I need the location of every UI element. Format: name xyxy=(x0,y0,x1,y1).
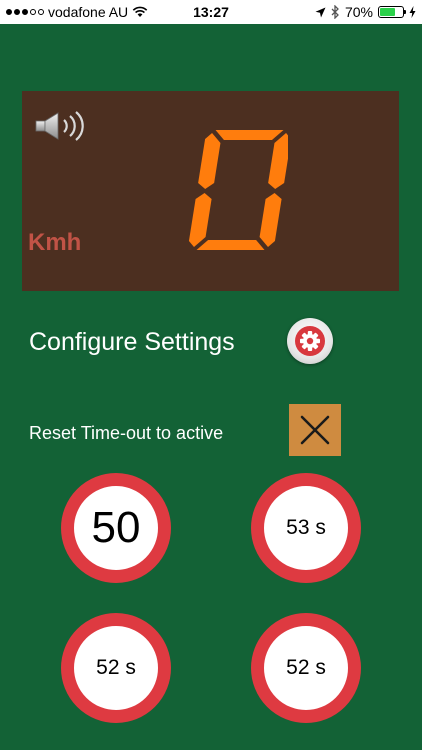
seg-bottom-right xyxy=(259,193,282,247)
seg-bottom-left xyxy=(188,193,212,247)
status-right: 70% xyxy=(315,4,416,20)
status-bar: vodafone AU 13:27 70% xyxy=(0,0,422,24)
timer-value: 52 s xyxy=(96,656,136,679)
bluetooth-icon xyxy=(331,5,339,19)
speed-limit-value: 50 xyxy=(91,503,141,552)
speed-unit-label: Kmh xyxy=(28,229,82,256)
battery-level xyxy=(380,8,396,16)
seg-top xyxy=(215,130,284,140)
close-icon xyxy=(300,415,330,445)
timer-sign[interactable]: 52 s xyxy=(61,613,171,723)
speed-value-display xyxy=(188,130,288,250)
timer-sign[interactable]: 53 s xyxy=(251,473,361,583)
speaker-icon[interactable] xyxy=(34,111,90,141)
configure-settings-label: Configure Settings xyxy=(29,328,235,356)
location-icon xyxy=(315,7,326,17)
seg-top-right xyxy=(268,133,288,189)
speed-limit-sign[interactable]: 50 xyxy=(61,473,171,583)
timer-value: 53 s xyxy=(286,516,326,539)
seg-bottom xyxy=(196,240,265,250)
reset-timeout-label: Reset Time-out to active xyxy=(29,423,224,443)
speed-display-panel: Kmh 0 xyxy=(22,91,399,291)
settings-button[interactable] xyxy=(287,318,333,364)
reset-timeout-toggle[interactable] xyxy=(289,404,341,456)
charging-icon xyxy=(409,6,416,18)
gear-icon xyxy=(295,326,325,356)
seg-top-left xyxy=(198,133,221,189)
battery-percent: 70% xyxy=(344,4,373,20)
battery-icon xyxy=(378,6,406,18)
timer-sign[interactable]: 52 s xyxy=(251,613,361,723)
timer-value: 52 s xyxy=(286,656,326,679)
